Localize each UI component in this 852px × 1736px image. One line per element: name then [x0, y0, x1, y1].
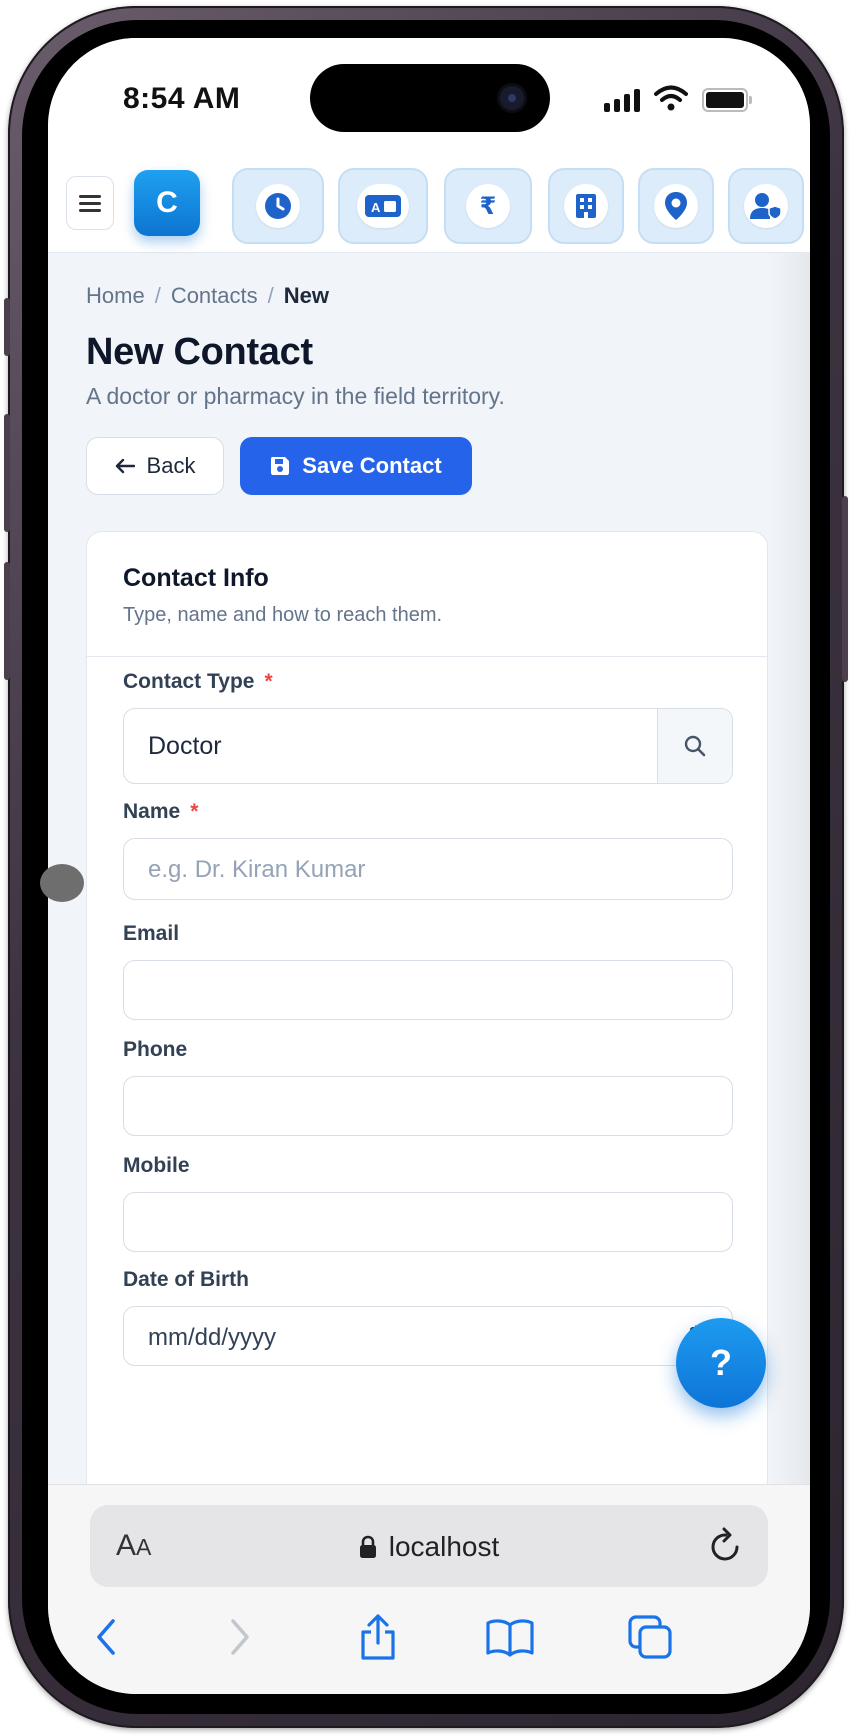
email-input[interactable]	[123, 960, 733, 1020]
save-button-label: Save Contact	[302, 453, 442, 478]
volume-up-button	[4, 414, 10, 532]
card-header: Contact Info Type, name and how to reach…	[87, 532, 767, 657]
contact-type-value: Doctor	[148, 732, 222, 760]
module-user-shield-button[interactable]	[728, 168, 804, 244]
tabs-icon	[628, 1615, 672, 1659]
page-subtitle: A doctor or pharmacy in the field territ…	[86, 383, 505, 409]
camera-icon	[500, 86, 524, 110]
page-content: Home / Contacts / New New Contact A doctor o…	[48, 253, 810, 1485]
breadcrumb: Home / Contacts / New	[86, 283, 329, 309]
module-id-card-button[interactable]: A	[338, 168, 428, 244]
wifi-icon	[654, 85, 688, 111]
contact-info-card: Contact Info Type, name and how to reach…	[86, 531, 768, 1485]
breadcrumb-current: New	[283, 283, 330, 308]
book-icon	[486, 1619, 534, 1657]
required-mark: *	[264, 670, 273, 693]
contact-type-select[interactable]: Doctor	[123, 708, 733, 784]
browser-forward-button[interactable]	[210, 1607, 270, 1667]
action-button	[4, 298, 10, 356]
page-title: New Contact	[86, 331, 313, 373]
share-icon	[361, 1614, 395, 1660]
app-toolbar: C A ₹	[48, 156, 810, 253]
contact-type-search-button[interactable]	[657, 709, 732, 783]
browser-back-button[interactable]	[76, 1607, 136, 1667]
browser-nav-row	[48, 1607, 810, 1677]
module-location-button[interactable]	[638, 168, 714, 244]
chevron-left-icon	[97, 1619, 115, 1655]
tabs-button[interactable]	[620, 1607, 680, 1667]
svg-text:A: A	[371, 200, 381, 215]
contact-type-label: Contact Type *	[123, 670, 273, 694]
contact-type-label-text: Contact Type	[123, 670, 255, 693]
chevron-right-icon	[231, 1619, 249, 1655]
assistive-touch-handle[interactable]	[40, 864, 84, 902]
map-pin-icon	[665, 192, 687, 220]
volume-down-button	[4, 562, 10, 680]
dob-label: Date of Birth	[123, 1268, 249, 1291]
building-icon	[576, 194, 596, 218]
power-button	[842, 496, 848, 682]
bookmarks-button[interactable]	[480, 1607, 540, 1667]
mobile-label: Mobile	[123, 1154, 190, 1177]
back-button-label: Back	[146, 453, 196, 478]
required-mark: *	[190, 800, 199, 823]
app-logo[interactable]: C	[134, 170, 200, 236]
phone-label: Phone	[123, 1038, 188, 1061]
card-title: Contact Info	[123, 564, 269, 592]
search-icon	[684, 735, 706, 757]
breadcrumb-separator: /	[267, 283, 274, 308]
card-subtitle: Type, name and how to reach them.	[123, 604, 443, 626]
name-input[interactable]: e.g. Dr. Kiran Kumar	[123, 838, 733, 900]
rupee-icon: ₹	[479, 192, 497, 220]
status-time: 8:54 AM	[123, 82, 241, 115]
breadcrumb-home[interactable]: Home	[86, 283, 145, 308]
clock-icon	[265, 193, 291, 219]
menu-button[interactable]	[66, 176, 114, 230]
module-building-button[interactable]	[548, 168, 624, 244]
hamburger-icon	[79, 195, 101, 212]
url-display[interactable]: localhost	[90, 1531, 768, 1563]
status-bar: 8:54 AM	[48, 38, 810, 156]
lock-icon	[359, 1535, 376, 1558]
signal-icon	[604, 88, 640, 112]
screen: 8:54 AM C A ₹ Home / Contacts / New New …	[48, 38, 810, 1694]
dynamic-island	[310, 64, 550, 132]
scroll-shade	[768, 253, 810, 1485]
url-text: localhost	[388, 1531, 500, 1562]
breadcrumb-separator: /	[154, 283, 161, 308]
name-placeholder: e.g. Dr. Kiran Kumar	[148, 856, 366, 883]
id-card-icon: A	[365, 195, 401, 217]
dob-input[interactable]: mm/dd/yyyy	[123, 1306, 733, 1366]
phone-input[interactable]	[123, 1076, 733, 1136]
floppy-disk-icon	[271, 457, 290, 475]
breadcrumb-contacts[interactable]: Contacts	[171, 283, 258, 308]
module-rupee-button[interactable]: ₹	[444, 168, 532, 244]
address-bar[interactable]: AA localhost	[90, 1505, 768, 1587]
dob-placeholder: mm/dd/yyyy	[148, 1324, 277, 1351]
email-label: Email	[123, 922, 180, 945]
arrow-left-icon	[115, 458, 135, 474]
battery-icon	[702, 88, 752, 112]
reload-icon[interactable]	[708, 1525, 744, 1565]
user-shield-icon	[750, 193, 782, 220]
module-clock-button[interactable]	[232, 168, 324, 244]
back-button[interactable]: Back	[86, 437, 224, 495]
browser-toolbar: AA localhost	[48, 1484, 810, 1694]
name-label-text: Name	[123, 800, 181, 823]
mobile-input[interactable]	[123, 1192, 733, 1252]
save-contact-button[interactable]: Save Contact	[240, 437, 472, 495]
name-label: Name *	[123, 800, 198, 824]
help-button[interactable]: ?	[676, 1318, 766, 1408]
share-button[interactable]	[348, 1607, 408, 1667]
